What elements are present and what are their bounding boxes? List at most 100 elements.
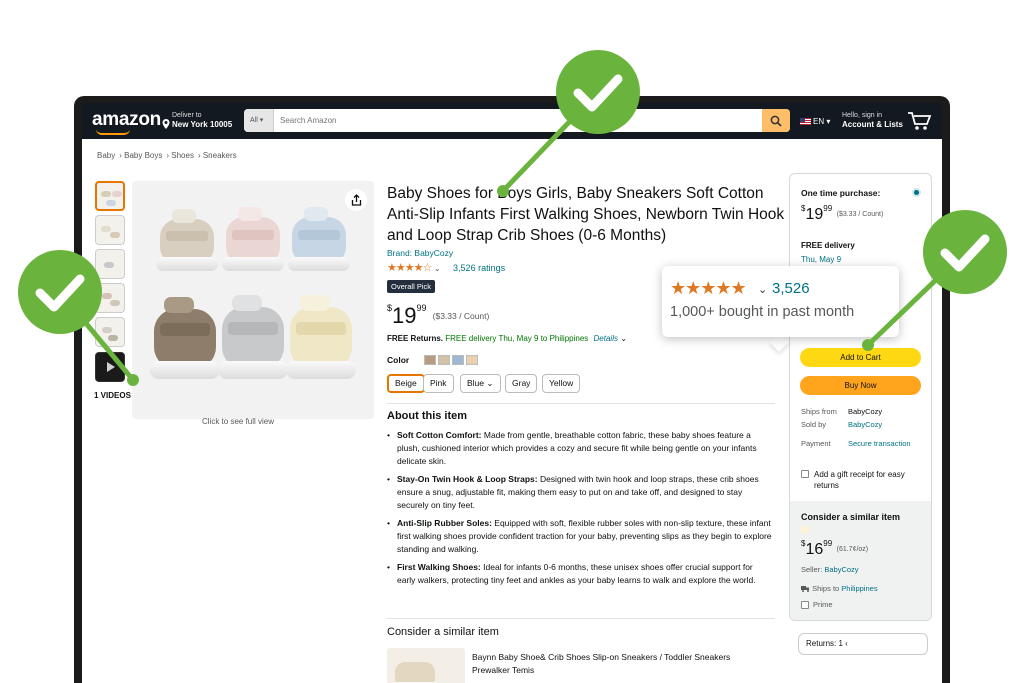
gift-receipt-option[interactable]: Add a gift receipt for easy returns [801,469,926,491]
popup-stars-icon: ★★★★★ [670,278,747,298]
account-menu[interactable]: Hello, sign in Account & Lists [842,111,903,129]
truck-icon [801,586,809,592]
stage: amazon Deliver to New York 10005 All ▾ E… [0,0,1024,683]
color-swatch-beige[interactable] [424,355,436,365]
shoe-brown [150,297,220,379]
similar-item-image[interactable] [387,648,465,683]
details-link[interactable]: Details [594,334,618,343]
chevron-down-icon: ⌄ [758,284,768,296]
gallery-thumb-3[interactable] [95,249,125,279]
shoe-beige [156,209,218,271]
search-category-select[interactable]: All ▾ [244,109,274,132]
feature-bullets: Soft Cotton Comfort: Made from gentle, b… [387,429,773,592]
click-to-see-full-view[interactable]: Click to see full view [202,417,274,426]
color-option-yellow[interactable]: Yellow [542,374,581,393]
delivery-date: Thu, May 9 [801,255,842,264]
sold-by-value[interactable]: BabyCozy [848,420,882,429]
color-option-blue[interactable]: Blue ⌄ [460,374,501,393]
ships-to-link[interactable]: Philippines [841,584,877,593]
account-line2: Account & Lists [842,120,903,129]
color-label: Color [387,355,410,365]
add-to-cart-button[interactable]: Add to Cart [800,348,921,367]
consider-seller: Seller: BabyCozy [801,565,859,574]
brand-link[interactable]: Brand: BabyCozy [387,248,453,258]
amazon-logo[interactable]: amazon [92,109,161,131]
star-rating-icon: ★★★★☆ [387,262,432,274]
videos-label[interactable]: 1 VIDEOS [94,391,131,400]
shoe-gray [218,295,288,379]
free-delivery-label: FREE delivery [801,241,855,250]
returns-select[interactable]: Returns: 1 ‹ [798,633,928,655]
gallery-thumb-4[interactable] [95,283,125,313]
color-swatch-4[interactable] [466,355,478,365]
consider-ships-to: Ships to Philippines [801,584,878,593]
color-option-pink[interactable]: Pink [423,374,454,393]
main-product-image[interactable] [132,181,374,419]
divider [387,403,775,404]
gallery-thumb-1[interactable] [95,181,125,211]
deliver-to[interactable]: Deliver to New York 10005 [162,111,232,129]
language-selector[interactable]: EN ▾ [800,117,830,126]
purchase-radio[interactable] [912,188,921,197]
us-flag-icon [800,118,811,126]
prime-option[interactable]: Prime [801,600,833,609]
crumb-baby[interactable]: Baby [97,151,115,160]
payment-value[interactable]: Secure transaction [848,439,911,448]
account-line1: Hello, sign in [842,112,883,119]
color-option-gray[interactable]: Gray [505,374,538,393]
shoe-blue [288,207,350,271]
bullet-2: Stay-On Twin Hook & Loop Straps: Designe… [387,473,773,512]
bullet-1: Soft Cotton Comfort: Made from gentle, b… [387,429,773,468]
deliver-line2: New York 10005 [172,120,233,129]
color-swatch-blue[interactable] [452,355,464,365]
video-thumb[interactable] [95,352,125,382]
share-button[interactable] [345,189,367,211]
bullet-3: Anti-Slip Rubber Soles: Equipped with so… [387,517,773,556]
consider-seller-link[interactable]: BabyCozy [824,565,858,574]
site-header: amazon Deliver to New York 10005 All ▾ E… [82,103,942,139]
free-returns-link[interactable]: FREE Returns. [387,334,443,343]
crumb-baby-boys[interactable]: Baby Boys [124,151,162,160]
gift-receipt-checkbox[interactable] [801,470,809,478]
about-this-item-title: About this item [387,410,468,422]
cart-button[interactable] [906,109,932,136]
similar-items-title: Consider a similar item [387,626,499,638]
crumb-shoes[interactable]: Shoes [171,151,194,160]
popup-bought-text: 1,000+ bought in past month [670,304,855,320]
color-swatch-2[interactable] [438,355,450,365]
gallery-thumb-5[interactable] [95,317,125,347]
cart-icon [908,112,932,130]
payment-label: Payment [801,439,831,448]
deliver-line1: Deliver to [172,112,202,119]
returns-delivery: FREE Returns. FREE delivery Thu, May 9 t… [387,334,627,343]
location-pin-icon [162,119,170,131]
search-bar: All ▾ [244,109,790,132]
consider-price: $1699 (61.7¢/oz) [801,539,869,558]
divider [387,618,775,619]
browser-screen: amazon Deliver to New York 10005 All ▾ E… [82,103,942,683]
buy-now-button[interactable]: Buy Now [800,376,921,395]
ships-from-value: BabyCozy [848,407,883,416]
logo-smile-icon [96,129,130,135]
consider-similar-title: Consider a similar item [801,512,901,522]
price-per-count: ($3.33 / Count) [432,311,490,321]
rating-row[interactable]: ★★★★☆ ⌄ 3,526 ratings [387,261,505,274]
ratings-count-link[interactable]: 3,526 ratings [453,263,505,273]
bullet-4: First Walking Shoes: Ideal for infants 0… [387,561,773,587]
crumb-sneakers[interactable]: Sneakers [203,151,237,160]
shoe-pink [222,207,284,271]
one-time-purchase-label: One time purchase: [801,188,881,198]
shoe-yellow [286,295,356,379]
gallery-thumb-2[interactable] [95,215,125,245]
breadcrumb: Baby › Baby Boys › Shoes › Sneakers [97,151,237,160]
search-button[interactable] [762,109,790,132]
product-title: Baby Shoes for Boys Girls, Baby Sneakers… [387,185,785,244]
search-icon [770,115,782,127]
prime-checkbox[interactable] [801,601,809,609]
color-option-beige[interactable]: Beige [387,374,425,393]
popup-rating-count[interactable]: 3,526 [772,280,810,297]
search-input[interactable] [276,109,756,132]
similar-item-title[interactable]: Baynn Baby Shoe& Crib Shoes Slip-on Snea… [472,651,752,677]
share-icon [351,194,361,206]
buybox-price: $1999 ($3.33 / Count) [801,204,884,223]
